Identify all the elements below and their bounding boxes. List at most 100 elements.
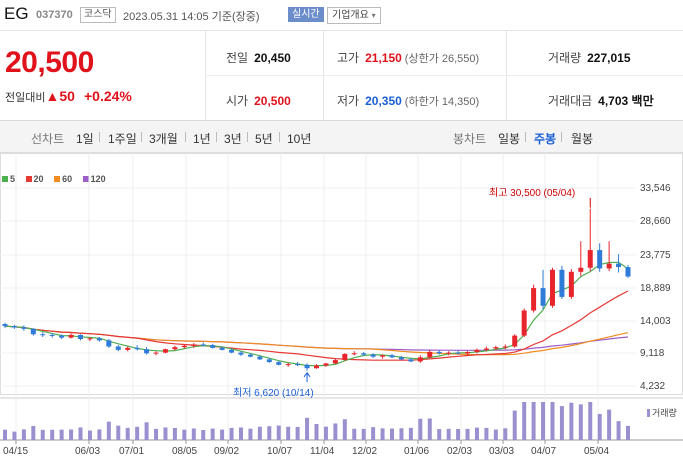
tab-3m[interactable]: 3개월 xyxy=(149,130,178,147)
candle-body xyxy=(115,346,121,350)
volume-bar xyxy=(116,425,121,440)
candle-body xyxy=(200,344,206,346)
candle-body xyxy=(474,349,480,352)
tab-monthly[interactable]: 월봉 xyxy=(571,130,593,147)
candle-body xyxy=(238,352,244,355)
volume-bar xyxy=(569,402,574,440)
candle-body xyxy=(295,364,301,366)
candle-body xyxy=(578,267,584,272)
x-tick: 07/01 xyxy=(119,446,145,457)
quote-datetime: 2023.05.31 14:05 기준(장중) xyxy=(123,11,260,23)
candle-body xyxy=(276,362,282,365)
change-percent: +0.24% xyxy=(83,88,132,104)
volume-bar xyxy=(493,429,498,440)
volume-bar xyxy=(323,426,328,440)
volume-bar xyxy=(201,430,206,440)
plot-frame xyxy=(0,153,683,395)
volume-bar xyxy=(97,429,102,440)
candle-body xyxy=(512,335,518,347)
high-price: 고가 21,150 (상한가 26,550) xyxy=(337,51,480,65)
candle-body xyxy=(153,352,159,354)
volume-bar xyxy=(427,418,432,440)
volume-bar xyxy=(531,402,536,440)
tab-daily[interactable]: 일봉 xyxy=(498,130,520,147)
volume-bar xyxy=(390,428,395,440)
volume-bar xyxy=(305,417,310,440)
volume-bar xyxy=(40,429,45,440)
volume-bar xyxy=(182,429,187,440)
volume-bar xyxy=(220,429,225,440)
x-tick: 08/05 xyxy=(172,446,198,457)
candle-body xyxy=(266,359,272,363)
y-tick: 18,889 xyxy=(640,283,671,294)
candle-body xyxy=(96,338,102,341)
volume-bar xyxy=(229,427,234,440)
candle-body xyxy=(210,345,216,348)
company-info-dropdown[interactable]: 기업개요 ▾ xyxy=(327,7,381,24)
volume-bar xyxy=(144,422,149,440)
chevron-down-icon: ▾ xyxy=(371,11,376,20)
candle-body xyxy=(436,351,442,354)
trade-amount: 거래대금 4,703 백만 xyxy=(548,94,654,108)
volume-bar xyxy=(191,428,196,440)
candle-body xyxy=(417,357,423,362)
candle-body xyxy=(559,269,565,297)
candle-body xyxy=(427,351,433,358)
x-tick: 05/04 xyxy=(584,446,610,457)
x-tick: 02/03 xyxy=(447,446,473,457)
candle-body xyxy=(314,365,319,369)
quote-panel: 20,500 전일대비▲50 +0.24% 전일 20,450 시가 20,500 … xyxy=(0,31,683,121)
candle-body xyxy=(162,349,168,353)
candle-body xyxy=(502,346,508,348)
tab-1y[interactable]: 1년 xyxy=(193,130,211,147)
candle-body xyxy=(606,263,612,269)
candle-body xyxy=(257,356,263,360)
candle-body xyxy=(59,335,65,338)
volume-bar xyxy=(626,425,630,440)
candle-body xyxy=(465,351,471,354)
volume-bar xyxy=(559,406,564,440)
line-chart-label: 선차트 xyxy=(31,132,65,146)
candle-body xyxy=(11,326,17,328)
stock-name: EG xyxy=(4,4,29,23)
volume-bar xyxy=(437,429,442,440)
candle-body xyxy=(483,348,489,350)
volume-bar xyxy=(578,404,583,440)
candle-body xyxy=(531,288,537,311)
x-tick: 11/04 xyxy=(310,446,335,457)
volume-bar xyxy=(522,402,527,440)
candle-body xyxy=(361,353,367,355)
candle-body xyxy=(304,364,310,369)
tab-3y[interactable]: 3년 xyxy=(224,130,242,147)
candle-body xyxy=(247,354,253,357)
volume-bar xyxy=(446,428,451,440)
current-price: 20,500 xyxy=(5,46,94,79)
y-tick: 28,660 xyxy=(640,216,671,227)
candle-body xyxy=(87,338,93,340)
candle-body xyxy=(106,340,112,347)
x-tick: 01/06 xyxy=(404,446,430,457)
candle-body xyxy=(323,363,329,366)
tab-1d[interactable]: 1일 xyxy=(76,130,94,147)
candle-body xyxy=(597,250,603,269)
tab-weekly[interactable]: 주봉 xyxy=(534,130,556,147)
volume-bar xyxy=(59,429,64,440)
realtime-button[interactable]: 실시간 xyxy=(288,7,324,22)
tab-10y[interactable]: 10년 xyxy=(287,130,311,147)
candle-body xyxy=(125,347,131,350)
volume-bar xyxy=(69,429,74,440)
tab-5y[interactable]: 5년 xyxy=(255,130,273,147)
volume-bar xyxy=(106,421,111,440)
y-tick: 23,775 xyxy=(640,250,671,261)
volume-bar xyxy=(456,428,461,440)
volume-bar xyxy=(3,429,7,440)
tab-1w[interactable]: 1주일 xyxy=(108,130,137,147)
volume-bar xyxy=(408,427,413,440)
open-price: 시가 20,500 xyxy=(226,94,291,108)
x-tick: 04/07 xyxy=(531,446,557,457)
x-tick: 09/02 xyxy=(214,446,240,457)
x-tick: 10/07 xyxy=(267,446,293,457)
volume-bar xyxy=(597,413,602,440)
candle-body xyxy=(144,349,150,354)
candle-body xyxy=(40,334,46,336)
